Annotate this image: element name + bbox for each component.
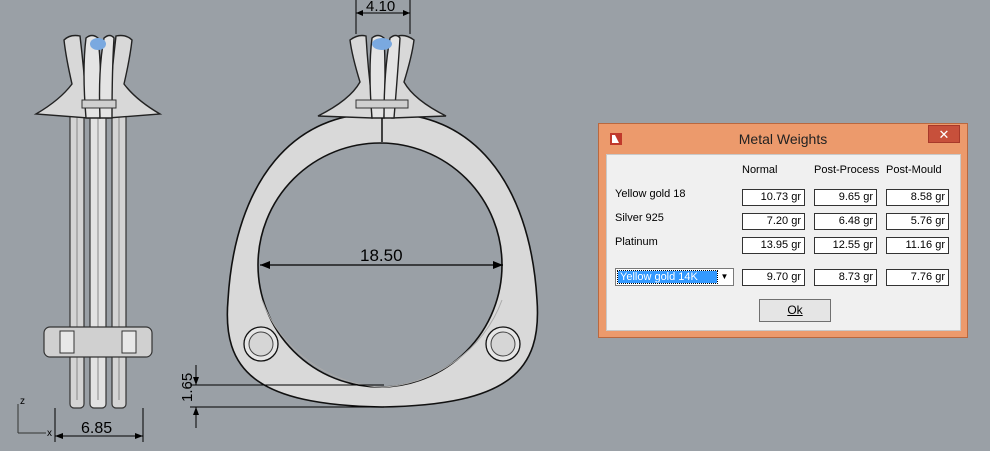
row-label-yellow-gold-18: Yellow gold 18 xyxy=(615,188,686,200)
chevron-down-icon[interactable]: ▼ xyxy=(717,270,732,284)
value-field[interactable]: 5.76 gr xyxy=(886,213,949,230)
row-label-platinum: Platinum xyxy=(615,236,658,248)
column-header-normal: Normal xyxy=(742,164,778,176)
close-button[interactable]: ✕ xyxy=(928,125,960,143)
value-field[interactable]: 7.20 gr xyxy=(742,213,805,230)
dialog-client-area: Normal Post-Process Post-Mould Yellow go… xyxy=(606,154,961,331)
axis-indicator: z x xyxy=(17,396,52,439)
value-field[interactable]: 11.16 gr xyxy=(886,237,949,254)
metal-select-value: Yellow gold 14K xyxy=(617,270,718,284)
dialog-title: Metal Weights xyxy=(738,131,828,147)
dim-top-label: 4.10 xyxy=(366,0,395,15)
axis-x-label: x xyxy=(47,428,52,439)
axis-z-label: z xyxy=(20,396,25,407)
dialog-titlebar[interactable]: Metal Weights ✕ xyxy=(599,124,967,153)
ok-button[interactable]: Ok xyxy=(759,299,831,322)
metal-weights-dialog: Metal Weights ✕ Normal Post-Process Post… xyxy=(598,123,968,338)
column-header-post-process: Post-Process xyxy=(814,164,880,176)
value-field[interactable]: 10.73 gr xyxy=(742,189,805,206)
dim-height-label: 1.65 xyxy=(179,373,196,402)
value-field[interactable]: 13.95 gr xyxy=(742,237,805,254)
value-field[interactable]: 9.70 gr xyxy=(742,269,805,286)
dimension-width: 6.85 xyxy=(54,408,144,442)
dim-width-label: 6.85 xyxy=(81,420,112,437)
ring-side-view xyxy=(33,34,163,409)
dim-inner-label: 18.50 xyxy=(360,246,403,265)
value-field[interactable]: 9.65 gr xyxy=(814,189,877,206)
metal-select-dropdown[interactable]: Yellow gold 14K ▼ xyxy=(615,268,734,286)
ring-front-view xyxy=(226,34,539,408)
row-label-silver-925: Silver 925 xyxy=(615,212,664,224)
value-field[interactable]: 8.73 gr xyxy=(814,269,877,286)
value-field[interactable]: 7.76 gr xyxy=(886,269,949,286)
value-field[interactable]: 6.48 gr xyxy=(814,213,877,230)
dimension-top: 4.10 xyxy=(355,0,411,34)
value-field[interactable]: 12.55 gr xyxy=(814,237,877,254)
column-header-post-mould: Post-Mould xyxy=(886,164,942,176)
value-field[interactable]: 8.58 gr xyxy=(886,189,949,206)
